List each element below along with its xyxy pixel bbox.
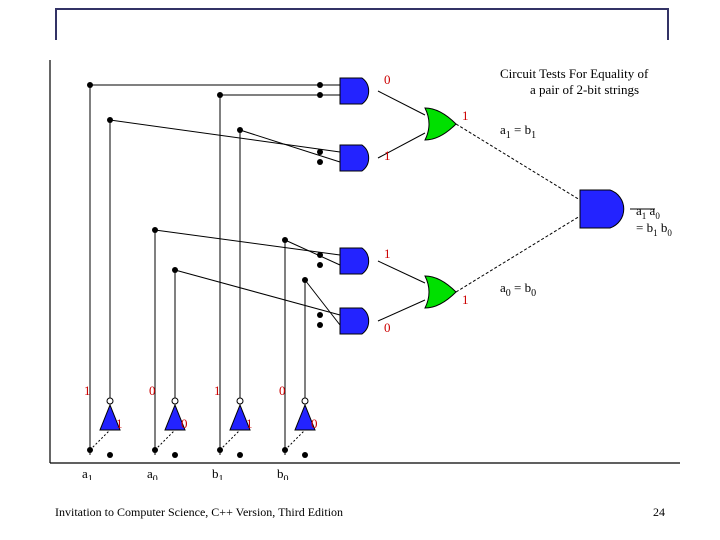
and-gate-bottom — [340, 308, 369, 334]
diagram-title-1: Circuit Tests For Equality of — [500, 66, 649, 81]
and-gate-top — [340, 78, 369, 104]
diagram-title-2: a pair of 2-bit strings — [530, 82, 639, 97]
page-number: 24 — [653, 505, 665, 520]
val-and-upmid: 1 — [384, 148, 391, 163]
label-a0: a0 — [147, 466, 158, 480]
val-or-bottom: 1 — [462, 292, 469, 307]
val-b1: 1 — [246, 416, 253, 431]
and-gate-upper-mid — [340, 145, 369, 171]
or-gate-bottom — [425, 276, 456, 308]
footer-text: Invitation to Computer Science, C++ Vers… — [55, 505, 665, 520]
val-and-bottom: 0 — [384, 320, 391, 335]
val-and-top: 0 — [384, 72, 391, 87]
eq-label-bottom: a0 = b0 — [500, 280, 536, 299]
val-b0: 0 — [311, 416, 318, 431]
and-gate-lower-mid — [340, 248, 369, 274]
val-b1bar: 1 — [214, 383, 221, 398]
val-a1bar: 1 — [84, 383, 91, 398]
svg-text:a1 a0: a1 a0 — [636, 203, 660, 221]
val-and-lowmid: 1 — [384, 246, 391, 261]
svg-text:a1 = b1: a1 = b1 — [500, 122, 536, 141]
label-b0: b0 — [277, 466, 289, 480]
slide-top-border — [55, 8, 669, 40]
val-a0: 0 — [181, 416, 188, 431]
or-gate-top — [425, 108, 456, 140]
eq-label-top: a1 = b1 — [500, 122, 536, 141]
svg-text:a0 = b0: a0 = b0 — [500, 280, 536, 299]
svg-text:= b1 b0: = b1 b0 — [636, 220, 672, 238]
label-b1: b1 — [212, 466, 224, 480]
eq-label-final: a1 a0 = b1 b0 — [636, 203, 672, 238]
val-b0bar: 0 — [279, 383, 286, 398]
val-a0bar: 0 — [149, 383, 156, 398]
and-gate-final — [580, 190, 624, 228]
circuit-diagram: Circuit Tests For Equality of a pair of … — [40, 60, 680, 480]
val-a1: 1 — [116, 416, 123, 431]
label-a1: a1 — [82, 466, 93, 480]
val-or-top: 1 — [462, 108, 469, 123]
